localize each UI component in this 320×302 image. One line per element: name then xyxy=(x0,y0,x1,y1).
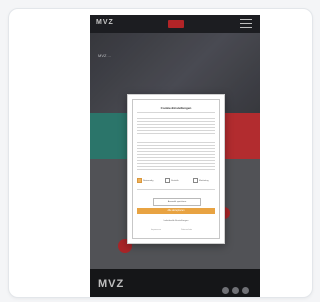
cookie-text-block xyxy=(137,140,215,172)
checkbox-icon[interactable] xyxy=(137,178,142,183)
checkbox-icon[interactable] xyxy=(193,178,198,183)
option-marketing[interactable]: Marketing xyxy=(193,178,209,183)
individual-settings-link[interactable]: Individuelle Einstellungen xyxy=(153,219,199,223)
cookie-dialog-inner: Cookie-Einstellungen Notwendig Statistik… xyxy=(132,99,220,239)
checkbox-icon[interactable] xyxy=(165,178,170,183)
divider xyxy=(137,112,215,113)
accept-all-button[interactable]: Alle akzeptieren xyxy=(137,208,215,214)
cookie-dialog: Cookie-Einstellungen Notwendig Statistik… xyxy=(127,94,225,244)
cookie-text-block xyxy=(137,116,215,136)
save-selection-button[interactable]: Auswahl speichern xyxy=(153,198,201,206)
screenshot-card: MVZ MVZ ... MVZ Cookie-Einstellungen Not… xyxy=(8,8,313,298)
imprint-link[interactable]: Impressum xyxy=(151,229,161,231)
cookie-dialog-footer: Impressum Datenschutz xyxy=(133,229,219,234)
option-label: Statistik xyxy=(171,179,179,182)
option-label: Notwendig xyxy=(143,179,154,182)
privacy-link[interactable]: Datenschutz xyxy=(181,229,192,231)
option-label: Marketing xyxy=(199,179,209,182)
option-statistics[interactable]: Statistik xyxy=(165,178,179,183)
option-necessary[interactable]: Notwendig xyxy=(137,178,153,183)
divider xyxy=(137,189,215,190)
cookie-dialog-title: Cookie-Einstellungen xyxy=(160,106,192,110)
mobile-page: MVZ MVZ ... MVZ Cookie-Einstellungen Not… xyxy=(90,15,260,297)
